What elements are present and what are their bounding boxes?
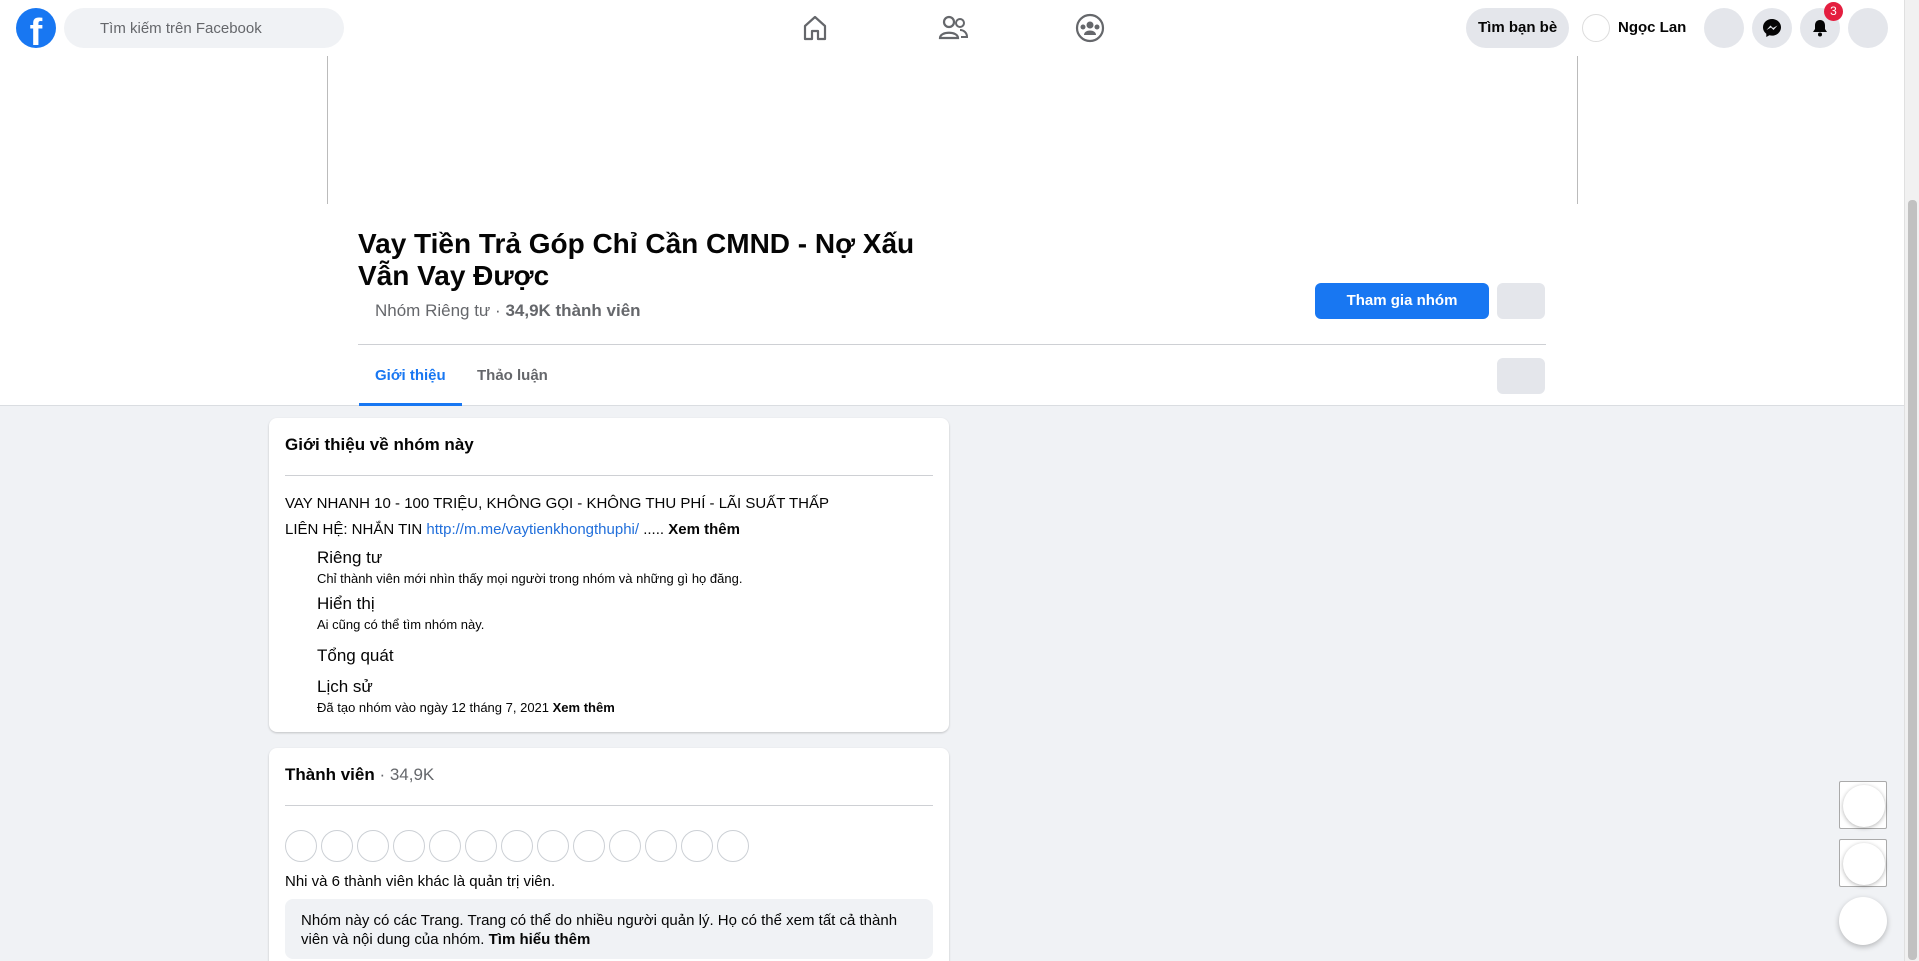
tab-about[interactable]: Giới thiệu — [359, 356, 462, 406]
visibility-title: Hiển thị — [317, 594, 375, 613]
group-options-button[interactable] — [1497, 283, 1545, 319]
member-avatar[interactable] — [537, 830, 569, 862]
messenger-icon — [1763, 19, 1781, 37]
privacy-desc: Chỉ thành viên mới nhìn thấy mọi người t… — [317, 571, 743, 586]
member-avatar[interactable] — [465, 830, 497, 862]
tab-discussion[interactable]: Thảo luận — [461, 356, 564, 406]
member-avatar[interactable] — [321, 830, 353, 862]
member-avatar[interactable] — [501, 830, 533, 862]
about-card: Giới thiệu về nhóm này VAY NHANH 10 - 10… — [269, 418, 949, 732]
history-see-more-link[interactable]: Xem thêm — [553, 700, 615, 715]
member-avatar[interactable] — [609, 830, 641, 862]
learn-more-link[interactable]: Tìm hiểu thêm — [489, 931, 591, 948]
cover-photo — [327, 56, 1578, 204]
contact-link[interactable]: http://m.me/vaytienkhongthuphi/ — [426, 521, 639, 538]
find-friends-button[interactable]: Tìm bạn bè — [1466, 8, 1570, 48]
group-privacy: Nhóm Riêng tư — [375, 301, 491, 320]
new-message-button[interactable] — [1839, 897, 1887, 945]
scrollbar-thumb[interactable] — [1908, 200, 1917, 960]
header-divider — [358, 344, 1546, 345]
join-group-button[interactable]: Tham gia nhóm — [1315, 283, 1489, 319]
chat-head-1[interactable] — [1839, 781, 1887, 829]
more-tabs-button[interactable] — [1497, 358, 1545, 394]
members-card: Thành viên · 34,9K Nhi và 6 thành viên k… — [269, 748, 949, 961]
about-divider — [285, 475, 933, 476]
friends-icon[interactable] — [935, 10, 971, 46]
about-heading: Giới thiệu về nhóm này — [285, 435, 474, 454]
profile-name: Ngọc Lan — [1618, 19, 1687, 36]
visibility-desc: Ai cũng có thể tìm nhóm này. — [317, 617, 485, 632]
notification-badge: 3 — [1824, 2, 1843, 21]
search-input[interactable]: Tìm kiếm trên Facebook — [64, 8, 344, 48]
profile-button[interactable]: Ngọc Lan — [1578, 12, 1686, 44]
scrollbar[interactable] — [1904, 0, 1919, 961]
about-contact: LIÊN HỆ: NHẮN TIN http://m.me/vaytienkho… — [285, 521, 740, 538]
member-avatars — [285, 830, 753, 862]
member-avatar[interactable] — [573, 830, 605, 862]
member-avatar[interactable] — [393, 830, 425, 862]
member-avatar[interactable] — [429, 830, 461, 862]
avatar — [1582, 14, 1610, 42]
history-title: Lịch sử — [317, 677, 373, 696]
member-avatar[interactable] — [285, 830, 317, 862]
members-divider — [285, 805, 933, 806]
group-title: Vay Tiền Trả Góp Chỉ Cần CMND - Nợ Xấu V… — [358, 228, 915, 291]
member-avatar[interactable] — [681, 830, 713, 862]
general-title: Tổng quát — [317, 646, 394, 665]
privacy-title: Riêng tư — [317, 548, 383, 567]
see-more-link[interactable]: Xem thêm — [668, 521, 740, 538]
top-navigation-bar: f Tìm kiếm trên Facebook Tìm bạn bè Ngọc… — [0, 0, 1904, 56]
member-avatar[interactable] — [357, 830, 389, 862]
group-member-count[interactable]: 34,9K thành viên — [505, 301, 640, 320]
bell-icon — [1813, 20, 1827, 37]
account-button[interactable] — [1848, 8, 1888, 48]
admins-text: Nhi và 6 thành viên khác là quản trị viê… — [285, 873, 556, 890]
facebook-logo[interactable]: f — [16, 8, 56, 54]
chat-head-2[interactable] — [1839, 839, 1887, 887]
home-icon[interactable] — [797, 10, 833, 46]
menu-button[interactable] — [1704, 8, 1744, 48]
messenger-button[interactable] — [1752, 8, 1792, 48]
member-avatar[interactable] — [717, 830, 749, 862]
history-desc: Đã tạo nhóm vào ngày 12 tháng 7, 2021 Xe… — [317, 700, 615, 715]
about-description: VAY NHANH 10 - 100 TRIỆU, KHÔNG GỌI - KH… — [285, 495, 830, 512]
search-placeholder: Tìm kiếm trên Facebook — [100, 20, 262, 37]
groups-icon[interactable] — [1072, 10, 1108, 46]
pages-note: Nhóm này có các Trang. Trang có thể do n… — [285, 899, 933, 959]
members-heading: Thành viên · 34,9K — [285, 765, 435, 784]
members-count: · 34,9K — [374, 765, 435, 784]
group-meta: Nhóm Riêng tư · 34,9K thành viên — [375, 301, 641, 320]
member-avatar[interactable] — [645, 830, 677, 862]
